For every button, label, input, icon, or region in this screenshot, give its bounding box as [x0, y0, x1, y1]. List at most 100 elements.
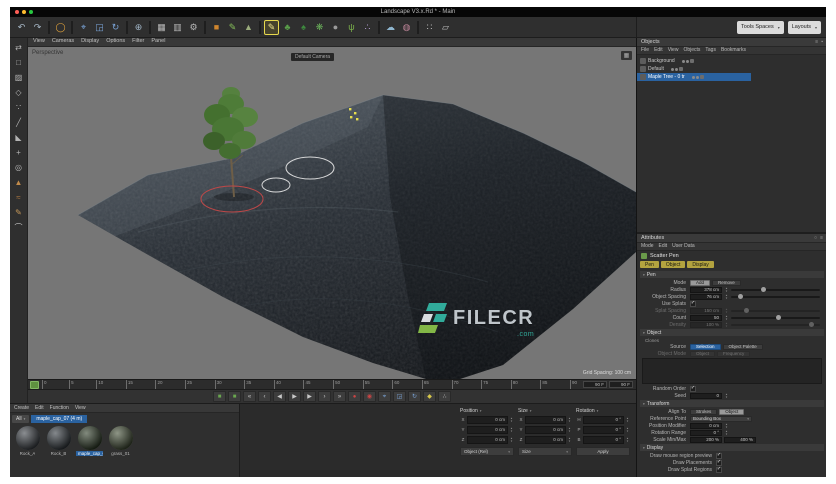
cloud-object-icon[interactable]: ☁ [383, 20, 398, 35]
toolbar-separator[interactable] [417, 20, 419, 34]
panel-menu-icon[interactable]: ≡ [815, 39, 818, 45]
redo-icon[interactable]: ↷ [30, 20, 45, 35]
draw-placements-checkbox[interactable]: ✓ [716, 459, 722, 466]
stepper[interactable]: ▴ ▾ [567, 416, 572, 423]
attribute-tab[interactable]: Pen [640, 261, 659, 268]
forest-tool-icon[interactable]: ❋ [312, 20, 327, 35]
stepper[interactable]: ▴ ▾ [509, 426, 514, 433]
panel-lock-icon[interactable]: ○ [814, 235, 817, 241]
stepper[interactable]: ▴ ▾ [509, 416, 514, 423]
stepper[interactable]: ▴ ▾ [509, 436, 514, 443]
position-x-field[interactable]: 0 cm [467, 415, 508, 424]
count-slider[interactable] [731, 315, 820, 320]
scale-min-field[interactable]: 200 % [690, 436, 722, 443]
move-tool-icon[interactable]: ⌖ [76, 20, 91, 35]
autokey-scope-icon[interactable]: ■ [213, 391, 226, 402]
seed-field[interactable]: 0 [690, 392, 722, 399]
render-picture-viewer-icon[interactable]: ▥ [170, 20, 185, 35]
density-slider[interactable] [731, 322, 820, 327]
toolbar-separator[interactable] [71, 20, 73, 34]
snap-icon[interactable]: ⌒ [12, 221, 26, 234]
stepper[interactable]: ▴ ▾ [625, 416, 630, 423]
scale-max-field[interactable]: 400 % [724, 436, 756, 443]
rotation-h-field[interactable]: 0 ° [583, 415, 624, 424]
rock-object-icon[interactable]: ● [328, 20, 343, 35]
layouts-dropdown[interactable]: Layouts ▾ [787, 20, 821, 34]
rotation-key-icon[interactable]: ↻ [408, 391, 421, 402]
splat-spacing-field[interactable]: 150 cm [690, 307, 722, 314]
viewport-layout-icon[interactable]: ▦ [621, 51, 632, 60]
stepper[interactable]: ▴ ▾ [567, 436, 572, 443]
draw-splats-checkbox[interactable]: ✓ [716, 466, 722, 473]
go-to-start-icon[interactable]: « [243, 391, 256, 402]
viewport-solo-icon[interactable]: ◎ [12, 161, 26, 174]
next-frame-icon[interactable]: ▶ [303, 391, 316, 402]
enable-axis-icon[interactable]: + [12, 146, 26, 159]
section-header-pen[interactable]: Pen [640, 271, 824, 278]
erosion-tool-icon[interactable]: ≈ [12, 191, 26, 204]
random-order-checkbox[interactable]: ✓ [690, 385, 696, 392]
maple-tree-icon[interactable]: ♣ [280, 20, 295, 35]
stepper[interactable]: ▴ ▾ [567, 426, 572, 433]
object-row[interactable]: Maple Tree - 0 tr [637, 73, 751, 81]
workplane-icon[interactable]: ▱ [438, 20, 453, 35]
landscape-object-icon[interactable]: ▲ [241, 20, 256, 35]
parameter-key-icon[interactable]: ◆ [423, 391, 436, 402]
object-manager-menu-item[interactable]: File [641, 48, 649, 53]
enable-dot-icon[interactable] [695, 75, 699, 79]
workplane-mode-icon[interactable]: ◇ [12, 86, 26, 99]
viewport-menu-item[interactable]: Cameras [52, 39, 74, 45]
attribute-menu-item[interactable]: Edit [659, 244, 668, 249]
keyframe-scope-icon[interactable]: ■ [228, 391, 241, 402]
material-thumbnail[interactable]: Rock_A [14, 426, 41, 456]
enable-dot-icon[interactable] [691, 75, 695, 79]
object-tag-icon[interactable] [699, 75, 704, 79]
object-manager-menu-item[interactable]: Bookmarks [721, 48, 746, 53]
enable-dot-icon[interactable] [681, 59, 685, 63]
align-object-button[interactable]: Object [719, 408, 745, 415]
seed-stepper[interactable]: ▴ ▾ [724, 392, 729, 399]
playhead[interactable] [30, 381, 39, 389]
rotation-p-field[interactable]: 0 ° [583, 425, 624, 434]
position-modifier-field[interactable]: 0 cm [690, 422, 722, 429]
size-header-dropdown[interactable]: Size ▾ [518, 407, 572, 414]
convert-object-icon[interactable]: ⇄ [12, 41, 26, 54]
object-manager-menu-item[interactable]: View [668, 48, 679, 53]
enable-dot-icon[interactable] [685, 59, 689, 63]
texture-mode-icon[interactable]: ▨ [12, 71, 26, 84]
object-manager-menu-item[interactable]: Objects [683, 48, 700, 53]
size-x-field[interactable]: 0 cm [525, 415, 566, 424]
density-stepper[interactable]: ▴ ▾ [724, 321, 729, 328]
stepper[interactable]: ▴ ▾ [625, 426, 630, 433]
attribute-menu-item[interactable]: User Data [672, 244, 695, 249]
toolbar-separator[interactable] [378, 20, 380, 34]
size-mode-dropdown[interactable]: Size ▾ [518, 447, 572, 456]
toolbar-separator[interactable] [204, 20, 206, 34]
object-spacing-slider[interactable] [731, 294, 820, 299]
radius-slider[interactable] [731, 287, 820, 292]
position-z-field[interactable]: 0 cm [467, 435, 508, 444]
paint-tool-icon[interactable]: ✎ [12, 206, 26, 219]
attribute-tab[interactable]: Display [687, 261, 714, 268]
attribute-tab[interactable]: Object [660, 261, 686, 268]
viewport-menu-item[interactable]: Panel [151, 39, 165, 45]
zoom-button[interactable] [29, 10, 33, 14]
source-object-palette-button[interactable]: Object Palette [722, 343, 763, 350]
position-header-dropdown[interactable]: Position ▾ [460, 407, 514, 414]
rotate-tool-icon[interactable]: ↻ [108, 20, 123, 35]
object-spacing-field[interactable]: 76 cm [690, 293, 722, 300]
splat-spacing-slider[interactable] [731, 308, 820, 313]
selected-palette-item[interactable]: maple_cap_07 (4 m) [31, 414, 88, 423]
scale-tool-icon[interactable]: ◲ [92, 20, 107, 35]
snap-settings-icon[interactable]: ∷ [422, 20, 437, 35]
model-mode-icon[interactable]: □ [12, 56, 26, 69]
timeline-ruler[interactable]: 0 5 10 15 20 25 30 35 40 45 50 55 60 65 70 75 80 85 90 90 … [28, 379, 636, 389]
panel-menu-icon[interactable]: ≡ [820, 235, 823, 241]
rotation-range-field[interactable]: 0 ° [690, 429, 722, 436]
current-frame-field[interactable]: 90 F [583, 381, 607, 388]
object-tag-icon[interactable] [689, 59, 694, 63]
viewport-menu-item[interactable]: View [33, 39, 45, 45]
radius-field[interactable]: 378 cm [690, 286, 722, 293]
point-level-animation-icon[interactable]: ∴ [438, 391, 451, 402]
rotation-b-field[interactable]: 0 ° [583, 435, 624, 444]
